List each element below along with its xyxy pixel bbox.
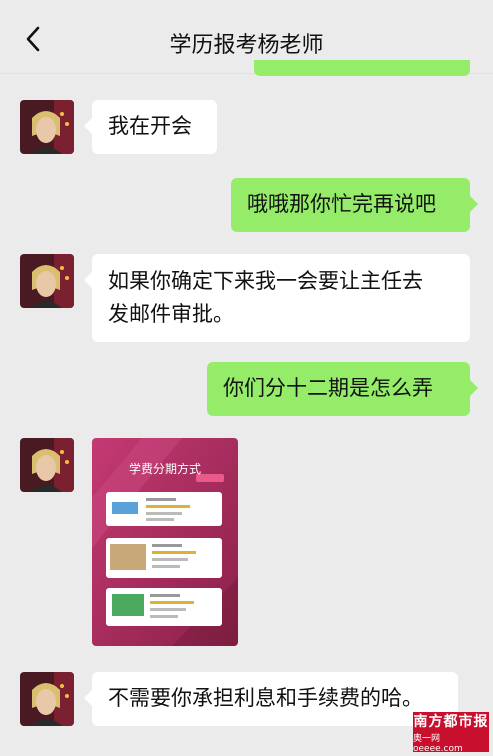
- message-text: 不需要你承担利息和手续费的哈。: [108, 686, 423, 710]
- message-incoming[interactable]: 我在开会: [84, 100, 217, 154]
- message-incoming[interactable]: 如果你确定下来我一会要让主任去 发邮件审批。: [84, 254, 470, 342]
- image-message-installment[interactable]: 学费分期方式: [92, 438, 238, 646]
- message-incoming[interactable]: 不需要你承担利息和手续费的哈。: [84, 672, 458, 726]
- contact-avatar[interactable]: [20, 254, 74, 308]
- image-card-title: 学费分期方式: [128, 462, 201, 476]
- contact-avatar[interactable]: [20, 100, 74, 154]
- message-text-line: 如果你确定下来我一会要让主任去: [108, 269, 423, 293]
- message-text: 我在开会: [108, 114, 192, 138]
- message-outgoing[interactable]: 哦哦那你忙完再说吧: [231, 178, 478, 232]
- message-outgoing[interactable]: 你们分十二期是怎么弄: [207, 362, 478, 416]
- message-text: 你们分十二期是怎么弄: [223, 376, 433, 400]
- watermark-logo: 南方都市报: [413, 713, 489, 730]
- newspaper-watermark: 南方都市报 奥一网oeeee.com: [413, 712, 489, 754]
- message-text: 哦哦那你忙完再说吧: [247, 192, 436, 216]
- contact-avatar[interactable]: [20, 672, 74, 726]
- watermark-site: 奥一网oeeee.com: [413, 733, 463, 754]
- contact-avatar[interactable]: [20, 438, 74, 492]
- previous-outgoing-bubble: [254, 60, 470, 76]
- chat-title: 学历报考杨老师: [169, 33, 324, 58]
- message-text-line: 发邮件审批。: [108, 302, 234, 326]
